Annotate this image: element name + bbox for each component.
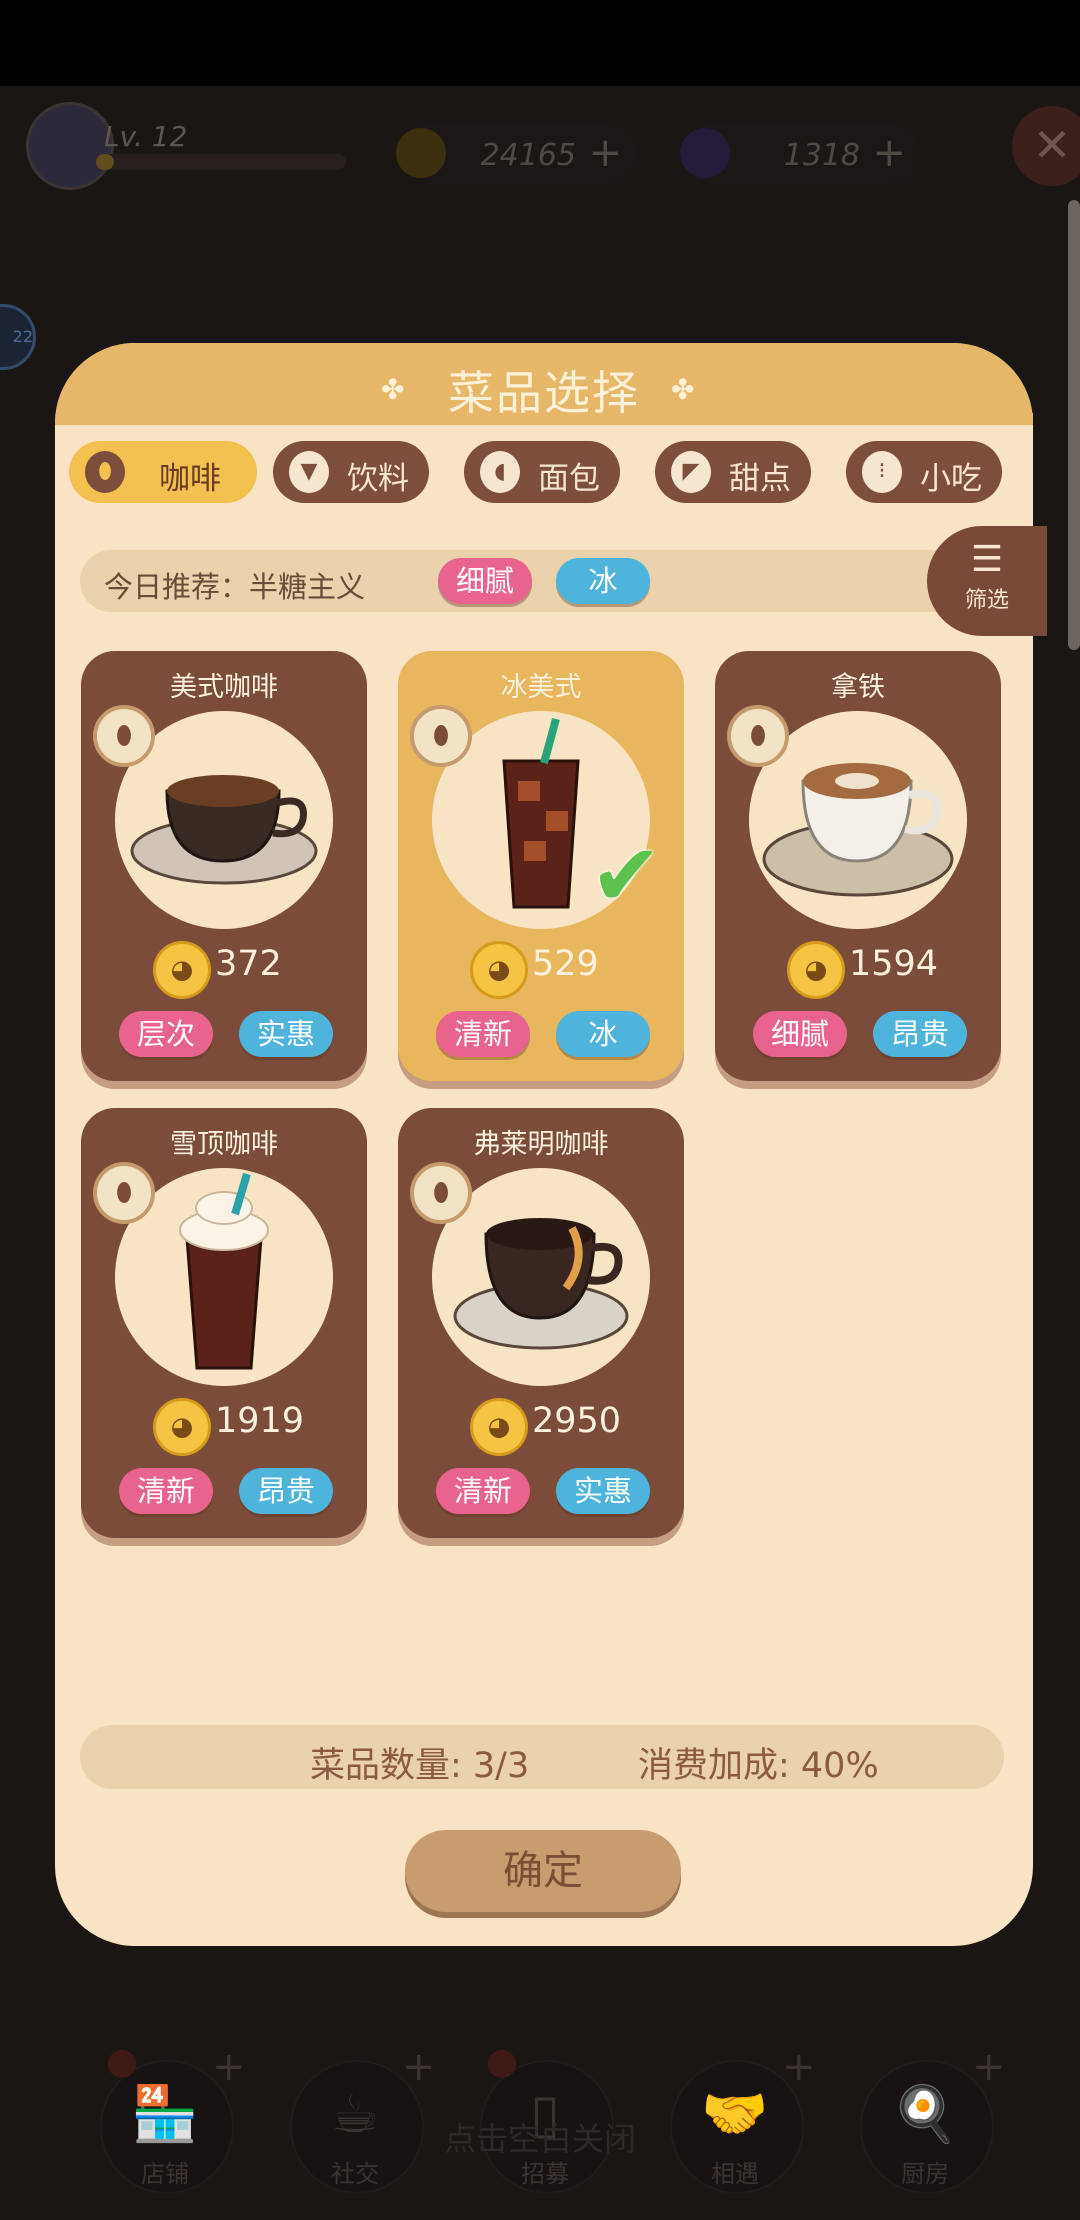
dish-name: 雪顶咖啡 xyxy=(170,1129,278,1160)
coin-icon: ◕ xyxy=(153,1398,211,1456)
coffee-bean-icon: ⬮ xyxy=(410,705,472,767)
add-coins-button[interactable]: + xyxy=(588,130,622,176)
status-bar xyxy=(0,0,1080,86)
tag-chip: 细腻 xyxy=(753,1011,847,1057)
plus-icon: + xyxy=(212,2044,246,2090)
tag-chip: 冰 xyxy=(556,558,650,604)
tab-dessert[interactable]: ◤ 甜点 xyxy=(655,441,811,503)
tag-chip: 清新 xyxy=(119,1468,213,1514)
skewer-icon: ⁝ xyxy=(862,451,902,493)
plus-icon: + xyxy=(402,2044,436,2090)
drink-icon: ▼ xyxy=(289,451,329,493)
tab-drinks[interactable]: ▼ 饮料 xyxy=(273,441,429,503)
modal-title: 菜品选择 xyxy=(448,366,640,420)
notification-dot xyxy=(488,2050,516,2078)
avatar[interactable] xyxy=(26,102,114,190)
dish-price: 372 xyxy=(215,944,282,984)
coin-icon: ◕ xyxy=(153,941,211,999)
dish-card-float-coffee[interactable]: 雪顶咖啡 ⬮ ◕ 1919 清新 昂贵 xyxy=(81,1108,367,1538)
dish-count: 菜品数量: 3/3 xyxy=(310,1746,530,1786)
filter-button[interactable]: ☰ 筛选 xyxy=(927,526,1047,636)
dish-name: 美式咖啡 xyxy=(170,672,278,703)
coin-icon: ◕ xyxy=(470,1398,528,1456)
scrollbar xyxy=(1068,200,1080,650)
list-icon: ☰ xyxy=(970,539,1004,580)
gem-counter: 1318 + xyxy=(680,124,920,184)
coffee-bean-icon: ⬮ xyxy=(410,1162,472,1224)
gem-amount: 1318 xyxy=(783,138,860,173)
coffee-bean-icon: ⬮ xyxy=(93,705,155,767)
dish-price: 2950 xyxy=(532,1401,622,1441)
player-level: Lv. 12 xyxy=(104,120,188,153)
dish-price: 1919 xyxy=(215,1401,305,1441)
dish-name: 拿铁 xyxy=(831,672,885,703)
tag-chip: 清新 xyxy=(436,1468,530,1514)
tag-chip: 实惠 xyxy=(556,1468,650,1514)
coin-icon: ◕ xyxy=(470,941,528,999)
tab-coffee[interactable]: ⬮ 咖啡 xyxy=(69,441,257,503)
tag-chip: 冰 xyxy=(556,1011,650,1057)
top-hud: Lv. 12 24165 + 1318 + xyxy=(0,96,1080,216)
close-hint: 点击空白关闭 xyxy=(443,2120,636,2158)
gem-icon xyxy=(680,128,730,178)
dish-card-flaming-coffee[interactable]: 弗莱明咖啡 ⬮ ◕ 2950 清新 实惠 xyxy=(398,1108,684,1538)
tab-bread[interactable]: ◖ 面包 xyxy=(464,441,620,503)
recommendation-text: 今日推荐：半糖主义 xyxy=(104,570,366,604)
xp-bar-fill xyxy=(96,154,114,170)
dish-price: 1594 xyxy=(849,944,939,984)
dessert-icon: ◤ xyxy=(671,451,711,493)
tag-chip: 层次 xyxy=(119,1011,213,1057)
dish-card-iced-americano[interactable]: 冰美式 ⬮ ✔ ◕ 529 清新 冰 xyxy=(398,651,684,1081)
tag-chip: 实惠 xyxy=(239,1011,333,1057)
checkmark-icon: ✔ xyxy=(590,826,663,926)
coin-icon xyxy=(396,128,446,178)
dish-name: 冰美式 xyxy=(500,672,582,703)
coin-amount: 24165 xyxy=(480,138,576,173)
tag-chip: 昂贵 xyxy=(239,1468,333,1514)
confirm-button[interactable]: 确定 xyxy=(405,1830,681,1912)
add-gems-button[interactable]: + xyxy=(872,130,906,176)
bread-icon: ◖ xyxy=(480,451,520,493)
dish-card-americano[interactable]: 美式咖啡 ⬮ ◕ 372 层次 实惠 xyxy=(81,651,367,1081)
tag-chip: 昂贵 xyxy=(873,1011,967,1057)
plus-icon: + xyxy=(782,2044,816,2090)
tag-chip: 清新 xyxy=(436,1011,530,1057)
coin-icon: ◕ xyxy=(787,941,845,999)
coffee-bean-icon: ⬮ xyxy=(85,451,125,493)
xp-bar xyxy=(96,154,346,170)
tab-snacks[interactable]: ⁝ 小吃 xyxy=(846,441,1002,503)
plus-icon: + xyxy=(972,2044,1006,2090)
spending-bonus: 消费加成: 40% xyxy=(638,1746,879,1786)
daily-recommendation: 今日推荐：半糖主义 细腻 冰 xyxy=(80,550,980,612)
coin-counter: 24165 + xyxy=(396,124,636,184)
dish-select-modal: ✤ ✤ 菜品选择 ⬮ 咖啡 ▼ 饮料 ◖ 面包 ◤ 甜点 ⁝ 小吃 今日推荐：半… xyxy=(55,343,1047,1946)
coffee-bean-icon: ⬮ xyxy=(93,1162,155,1224)
dish-name: 弗莱明咖啡 xyxy=(473,1129,609,1160)
dish-card-latte[interactable]: 拿铁 ⬮ ◕ 1594 细腻 昂贵 xyxy=(715,651,1001,1081)
coffee-bean-icon: ⬮ xyxy=(727,705,789,767)
dish-stats: 菜品数量: 3/3 消费加成: 40% xyxy=(80,1725,1004,1789)
notification-dot xyxy=(108,2050,136,2078)
tag-chip: 细腻 xyxy=(438,558,532,604)
dish-price: 529 xyxy=(532,944,599,984)
